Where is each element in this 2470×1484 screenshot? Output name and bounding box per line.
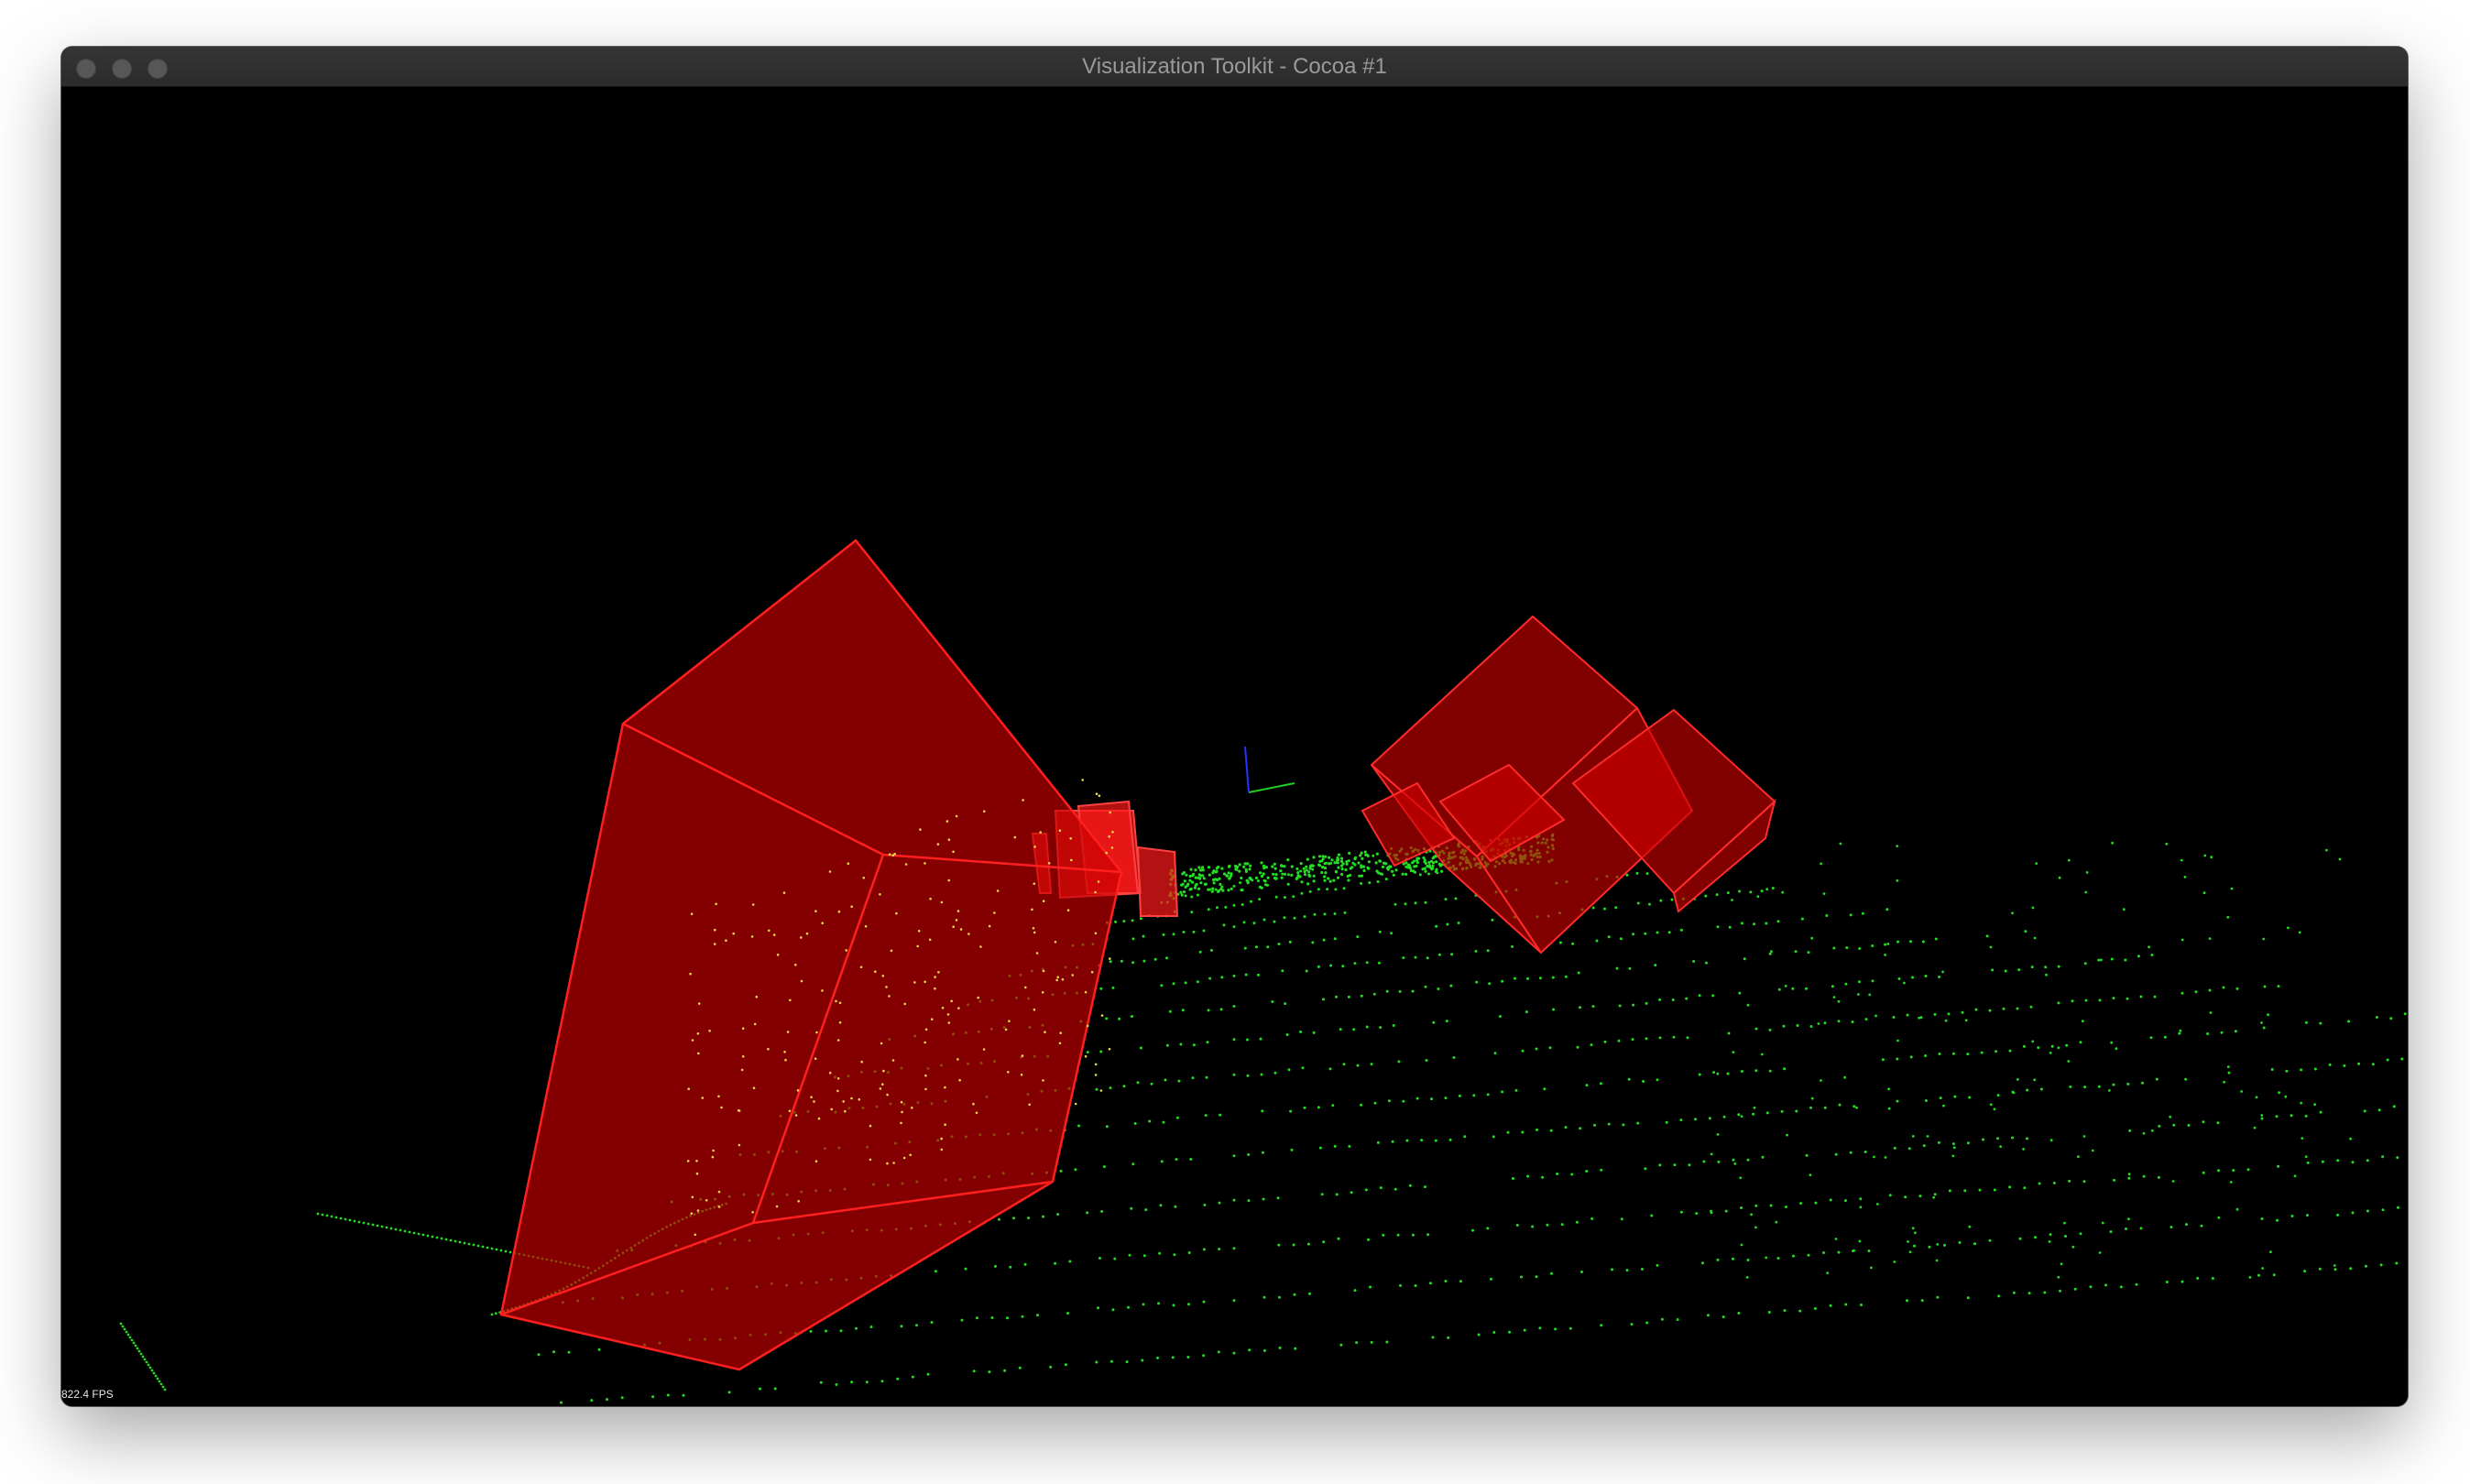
box-left-c [1136, 846, 1179, 917]
title-bar[interactable]: Visualization Toolkit - Cocoa #1 [61, 47, 2408, 87]
window-title: Visualization Toolkit - Cocoa #1 [1082, 54, 1387, 79]
box-front-large [499, 539, 1123, 1371]
render-viewport[interactable]: 822.4 FPS [61, 87, 2408, 1406]
box-front-hull [499, 539, 1123, 1371]
axes-widget [1244, 746, 1295, 793]
fps-counter: 822.4 FPS [61, 1388, 114, 1401]
box-cluster-right [1361, 615, 1776, 955]
vtk-window[interactable]: Visualization Toolkit - Cocoa #1 822.4 F… [61, 47, 2408, 1406]
point-cloud-scene[interactable] [61, 87, 2408, 1406]
axis-z [1244, 746, 1250, 793]
axis-y [1248, 782, 1295, 793]
ground-point-cloud [119, 833, 2407, 1404]
